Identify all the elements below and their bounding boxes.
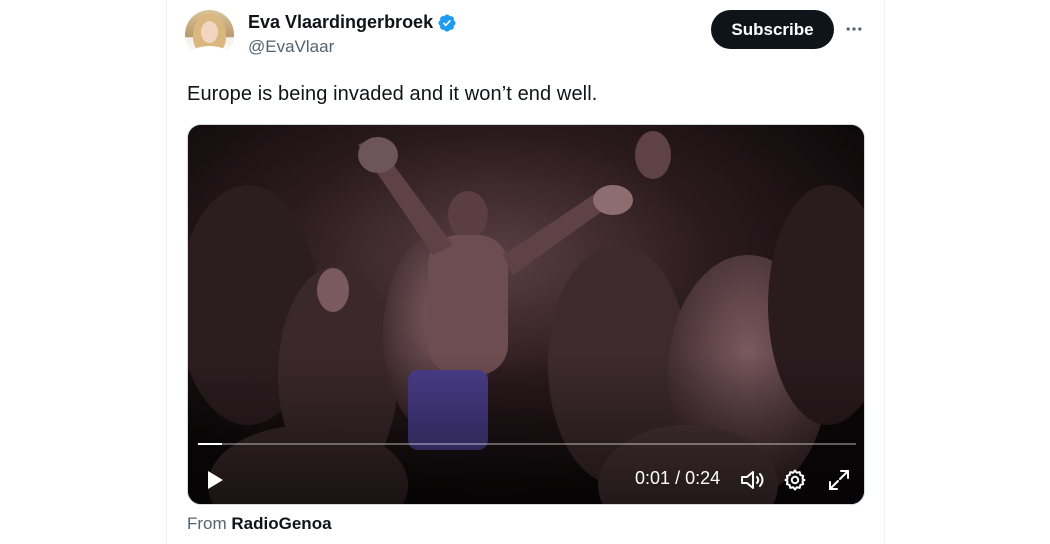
attribution-prefix: From <box>187 514 227 533</box>
video-duration: 0:24 <box>685 468 721 488</box>
video-time: 0:01 / 0:24 <box>635 468 720 489</box>
tweet-text: Europe is being invaded and it won’t end… <box>187 83 598 105</box>
verified-badge-icon <box>438 13 456 32</box>
video-frame <box>188 125 864 504</box>
fullscreen-icon[interactable] <box>826 467 852 493</box>
volume-icon[interactable] <box>739 467 767 493</box>
play-icon[interactable] <box>202 467 228 493</box>
author-handle[interactable]: @EvaVlaar <box>248 37 334 57</box>
video-player[interactable]: 0:01 / 0:24 <box>187 124 865 505</box>
tweet-card: Eva Vlaardingerbroek @EvaVlaar Subscribe… <box>166 0 885 544</box>
more-dots-icon[interactable] <box>841 17 867 41</box>
video-attribution: From RadioGenoa <box>187 514 332 534</box>
video-time-separator: / <box>675 468 681 488</box>
author-display-name[interactable]: Eva Vlaardingerbroek <box>248 12 433 33</box>
avatar-shirt <box>189 46 230 59</box>
attribution-source-link[interactable]: RadioGenoa <box>231 514 331 533</box>
author-name-row[interactable]: Eva Vlaardingerbroek <box>248 12 457 33</box>
video-current-time: 0:01 <box>635 468 671 488</box>
video-progress-fill <box>198 443 223 445</box>
settings-gear-icon[interactable] <box>782 467 808 493</box>
avatar[interactable] <box>185 10 234 59</box>
avatar-face <box>201 21 218 43</box>
subscribe-button[interactable]: Subscribe <box>711 10 834 49</box>
video-progress-bar[interactable] <box>198 443 856 445</box>
